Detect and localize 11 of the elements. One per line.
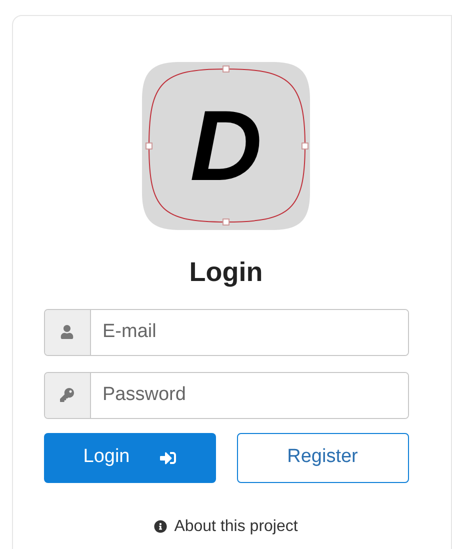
key-icon	[60, 388, 74, 402]
login-title: Login	[189, 256, 263, 289]
about-link[interactable]: About this project	[154, 514, 298, 538]
info-icon	[154, 520, 168, 533]
login-button[interactable]: Login	[44, 432, 216, 482]
user-icon	[60, 325, 74, 339]
sign-in-icon	[160, 450, 176, 466]
register-button[interactable]: Register	[236, 432, 408, 482]
logo-letter: D	[190, 96, 262, 196]
input-field[interactable]: E-mail	[44, 308, 408, 356]
input-field[interactable]: Password	[44, 372, 408, 418]
